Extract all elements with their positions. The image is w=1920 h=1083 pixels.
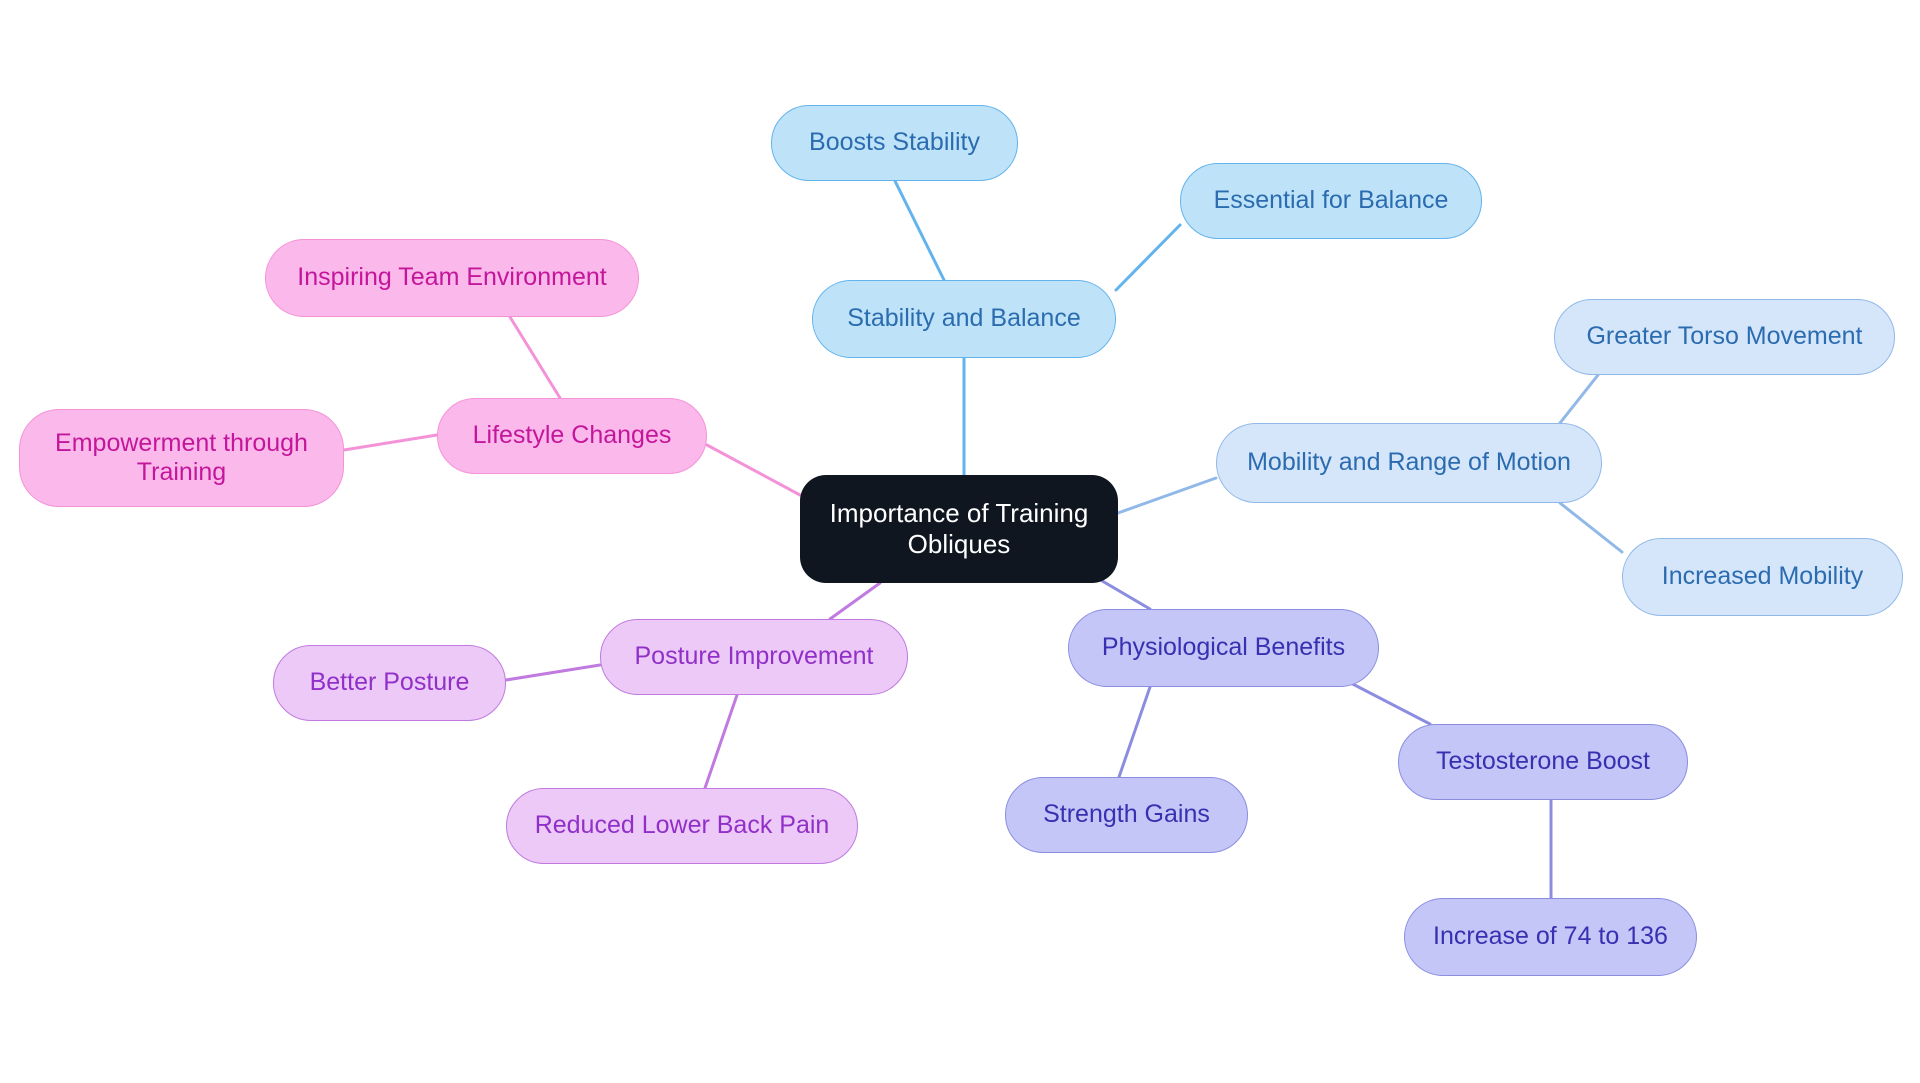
mindmap-node-increase-of-74-to-136[interactable]: Increase of 74 to 136 <box>1404 898 1697 976</box>
mindmap-node-reduced-lower-back-pain[interactable]: Reduced Lower Back Pain <box>506 788 858 864</box>
mindmap-node-better-posture[interactable]: Better Posture <box>273 645 506 721</box>
mindmap-edge-mobility-and-range-of-motion-to-increased-mobility <box>1558 501 1624 554</box>
mindmap-node-lifestyle-changes[interactable]: Lifestyle Changes <box>437 398 707 474</box>
mindmap-node-stability-and-balance[interactable]: Stability and Balance <box>812 280 1116 358</box>
mindmap-edge-stability-and-balance-to-essential-for-balance <box>1114 223 1182 292</box>
mindmap-node-root[interactable]: Importance of Training Obliques <box>800 475 1118 583</box>
mindmap-node-strength-gains[interactable]: Strength Gains <box>1005 777 1248 853</box>
mindmap-edge-posture-improvement-to-reduced-lower-back-pain <box>703 693 739 790</box>
mindmap-edge-stability-and-balance-to-boosts-stability <box>893 179 946 282</box>
mindmap-edge-root-to-lifestyle-changes <box>705 443 802 497</box>
mindmap-node-mobility-and-range-of-motion[interactable]: Mobility and Range of Motion <box>1216 423 1602 503</box>
mindmap-edge-mobility-and-range-of-motion-to-greater-torso-movement <box>1558 373 1600 425</box>
mindmap-edge-lifestyle-changes-to-empowerment-through-training <box>342 433 439 452</box>
mindmap-node-inspiring-team-environment[interactable]: Inspiring Team Environment <box>265 239 639 317</box>
mindmap-node-boosts-stability[interactable]: Boosts Stability <box>771 105 1018 181</box>
mindmap-node-essential-for-balance[interactable]: Essential for Balance <box>1180 163 1482 239</box>
mindmap-node-physiological-benefits[interactable]: Physiological Benefits <box>1068 609 1379 687</box>
mindmap-edge-root-to-mobility-and-range-of-motion <box>1116 476 1218 515</box>
mindmap-node-posture-improvement[interactable]: Posture Improvement <box>600 619 908 695</box>
mindmap-node-empowerment-through-training[interactable]: Empowerment through Training <box>19 409 344 507</box>
mindmap-edge-root-to-posture-improvement <box>828 581 882 621</box>
mindmap-canvas: Importance of Training Obliques Boosts St… <box>0 0 1920 1083</box>
mindmap-edge-lifestyle-changes-to-inspiring-team-environment <box>508 315 562 400</box>
mindmap-edge-posture-improvement-to-better-posture <box>504 663 602 682</box>
mindmap-edge-physiological-benefits-to-testosterone-boost <box>1343 678 1432 726</box>
mindmap-node-greater-torso-movement[interactable]: Greater Torso Movement <box>1554 299 1895 375</box>
mindmap-node-testosterone-boost[interactable]: Testosterone Boost <box>1398 724 1688 800</box>
mindmap-node-increased-mobility[interactable]: Increased Mobility <box>1622 538 1903 616</box>
mindmap-edge-physiological-benefits-to-strength-gains <box>1117 685 1152 779</box>
